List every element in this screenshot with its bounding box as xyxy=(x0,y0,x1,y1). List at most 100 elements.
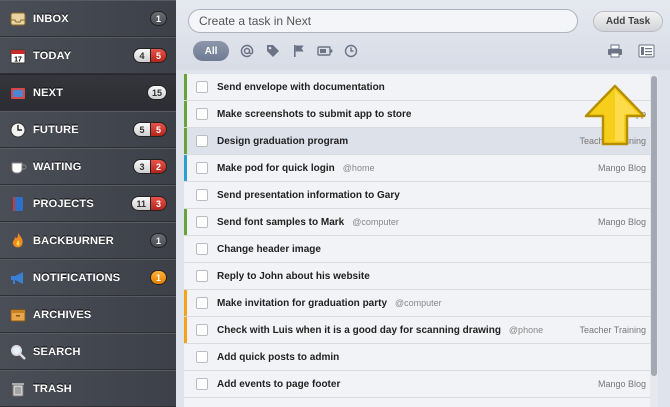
count-badge-group: 32 xyxy=(133,159,167,174)
task-checkbox[interactable] xyxy=(196,378,208,390)
sidebar-item-label: TODAY xyxy=(33,49,72,62)
task-row[interactable]: Reply to John about his website xyxy=(184,263,650,290)
task-title: Send font samples to Mark xyxy=(217,216,345,228)
priority-strip xyxy=(184,290,187,316)
priority-strip xyxy=(184,74,187,100)
count-badge-group: 1 xyxy=(150,11,167,26)
sidebar-item-next[interactable]: NEXT 15 xyxy=(0,74,176,111)
add-task-button[interactable]: Add Task xyxy=(593,11,663,32)
count-badge: 3 xyxy=(133,159,150,174)
sidebar-item-label: NEXT xyxy=(33,86,64,99)
task-context: @computer xyxy=(395,297,442,308)
task-title: Design graduation program xyxy=(217,135,349,147)
sidebar-item-today[interactable]: 17 TODAY 4 5 xyxy=(0,37,176,74)
filter-all-button[interactable]: All xyxy=(193,41,229,61)
sidebar-item-backburner[interactable]: BACKBURNER 1 xyxy=(0,222,176,259)
flag-icon[interactable] xyxy=(291,43,307,59)
task-checkbox[interactable] xyxy=(196,243,208,255)
task-checkbox[interactable] xyxy=(196,216,208,228)
count-badge-group: 11 3 xyxy=(131,196,167,211)
task-project[interactable]: Mango Blog xyxy=(598,379,646,389)
megaphone-icon xyxy=(9,269,27,287)
sidebar-item-waiting[interactable]: WAITING 3 2 xyxy=(0,148,176,185)
sidebar-item-inbox[interactable]: INBOX 1 xyxy=(0,0,176,37)
task-title: Change header image xyxy=(217,243,321,255)
count-badge-group: 15 xyxy=(146,85,167,100)
task-project[interactable]: Mango Blog xyxy=(598,217,646,227)
count-badge-group: 1 xyxy=(150,233,167,248)
scrollbar-thumb[interactable] xyxy=(651,76,657,376)
at-sign-icon[interactable] xyxy=(239,43,255,59)
sidebar-item-notifications[interactable]: NOTIFICATIONS 1 xyxy=(0,259,176,296)
task-row[interactable]: Send presentation information to Gary xyxy=(184,182,650,209)
coffee-cup-icon xyxy=(9,158,27,176)
task-row[interactable]: Change header image xyxy=(184,236,650,263)
sidebar-item-archives[interactable]: ARCHIVES xyxy=(0,296,176,333)
printer-icon[interactable] xyxy=(606,43,624,59)
count-badge: 4 xyxy=(133,48,150,63)
task-context: @phone xyxy=(508,324,544,335)
task-row[interactable]: Send font samples to Mark @computer Mango … xyxy=(184,209,650,236)
sidebar-item-future[interactable]: FUTURE 5 5 xyxy=(0,111,176,148)
task-context: @computer xyxy=(352,216,399,227)
task-checkbox[interactable] xyxy=(196,108,208,120)
task-title-group: Make screenshots to submit app to store xyxy=(217,109,412,120)
archive-box-icon xyxy=(9,306,27,324)
annotation-arrow-icon xyxy=(584,84,646,146)
sidebar-item-label: ARCHIVES xyxy=(33,308,92,321)
task-title-group: Add quick posts to admin xyxy=(217,352,339,363)
sidebar: INBOX 1 17 TODAY 4 5 NEXT 15 FUTURE 5 5 WAITING 3 2 PR… xyxy=(0,0,176,407)
task-title-group: Send envelope with documentation xyxy=(217,82,385,93)
task-checkbox[interactable] xyxy=(196,297,208,309)
task-row[interactable]: Make screenshots to submit app to storeA… xyxy=(184,101,650,128)
count-badge-group: 45 xyxy=(133,48,167,63)
count-badge: 1 xyxy=(150,11,167,26)
calendar-icon: 17 xyxy=(9,47,27,65)
battery-icon[interactable] xyxy=(317,43,333,59)
sidebar-item-trash[interactable]: TRASH xyxy=(0,370,176,407)
count-badge: 1 xyxy=(150,270,167,285)
scrollbar[interactable] xyxy=(650,74,658,407)
task-row[interactable]: Make pod for quick login @home Mango Blog xyxy=(184,155,650,182)
task-row[interactable]: Add events to page footer Mango Blog xyxy=(184,371,650,398)
task-title: Reply to John about his website xyxy=(217,270,370,282)
sidebar-item-label: WAITING xyxy=(33,160,82,173)
clock-icon[interactable] xyxy=(343,43,359,59)
task-checkbox[interactable] xyxy=(196,189,208,201)
task-project[interactable]: Teacher Training xyxy=(579,325,646,335)
task-title: Send envelope with documentation xyxy=(217,81,385,93)
sidebar-item-search[interactable]: SEARCH xyxy=(0,333,176,370)
sidebar-item-label: INBOX xyxy=(33,12,69,25)
task-title-group: Add events to page footer xyxy=(217,379,340,390)
task-title-group: Make pod for quick login @home xyxy=(217,163,374,174)
svg-text:17: 17 xyxy=(14,56,22,63)
task-row[interactable]: Design graduation program Teacher Trainin… xyxy=(184,128,650,155)
task-title: Make pod for quick login xyxy=(217,162,335,174)
task-checkbox[interactable] xyxy=(196,81,208,93)
task-checkbox[interactable] xyxy=(196,324,208,336)
task-row[interactable]: Check with Luis when it is a good day fo… xyxy=(184,317,650,344)
task-project[interactable]: Mango Blog xyxy=(598,163,646,173)
priority-strip xyxy=(184,209,187,235)
task-checkbox[interactable] xyxy=(196,351,208,363)
count-badge: 5 xyxy=(133,122,150,137)
task-title-group: Make invitation for graduation party @com… xyxy=(217,298,442,309)
sidebar-item-label: SEARCH xyxy=(33,345,81,358)
sidebar-item-projects[interactable]: PROJECTS 11 3 xyxy=(0,185,176,222)
count-badge: 5 xyxy=(150,48,167,63)
top-bar: Add Task All xyxy=(176,0,670,70)
task-checkbox[interactable] xyxy=(196,270,208,282)
count-badge: 3 xyxy=(150,196,167,211)
task-row[interactable]: Send envelope with documentation xyxy=(184,74,650,101)
task-title: Make invitation for graduation party xyxy=(217,297,388,309)
task-row[interactable]: Add quick posts to admin xyxy=(184,344,650,371)
create-task-input[interactable] xyxy=(188,9,578,33)
list-view-icon[interactable] xyxy=(637,43,655,59)
count-badge-group: 55 xyxy=(133,122,167,137)
task-checkbox[interactable] xyxy=(196,135,208,147)
tag-icon[interactable] xyxy=(265,43,281,59)
inbox-icon xyxy=(9,10,27,28)
count-badge: 15 xyxy=(146,85,167,100)
task-checkbox[interactable] xyxy=(196,162,208,174)
task-row[interactable]: Make invitation for graduation party @com… xyxy=(184,290,650,317)
